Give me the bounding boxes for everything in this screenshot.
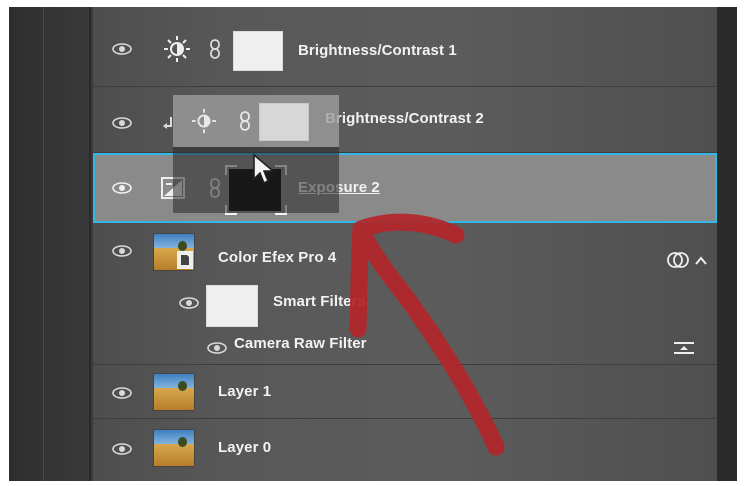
photo-frame: Brightness/Contrast 1 Brightness/Contras… (9, 7, 737, 481)
layers-panel: Brightness/Contrast 1 Brightness/Contras… (9, 7, 737, 481)
annotation-arrow (349, 213, 505, 456)
